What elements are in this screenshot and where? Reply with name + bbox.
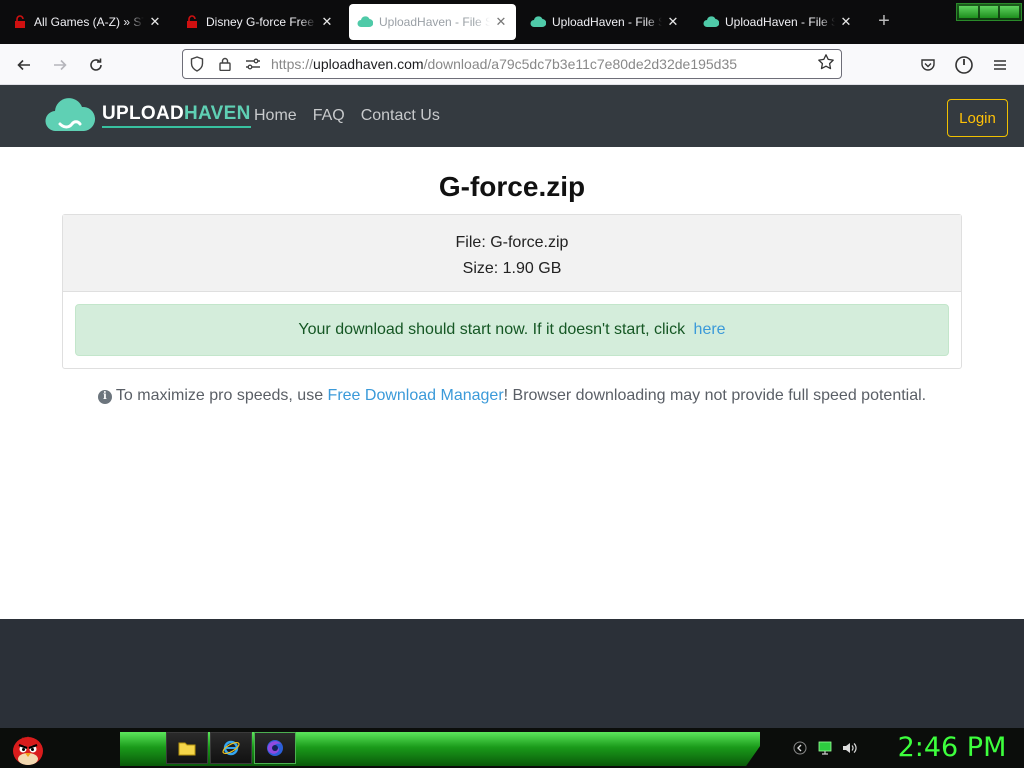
- volume-tray[interactable]: [841, 740, 857, 756]
- start-button[interactable]: [8, 729, 48, 767]
- menu-button[interactable]: [987, 52, 1013, 78]
- steamunlocked-icon: [12, 14, 28, 30]
- forward-button[interactable]: [47, 52, 73, 78]
- file-name: File: G-force.zip: [455, 234, 569, 251]
- taskbar-clock[interactable]: 2:46 PM: [884, 731, 1020, 765]
- address-bar[interactable]: https://uploadhaven.com/download/a79c5dc…: [182, 49, 842, 79]
- pocket-button[interactable]: [915, 52, 941, 78]
- maximize-button[interactable]: [979, 6, 999, 18]
- url-scheme: https://: [271, 56, 314, 72]
- note-suffix: ! Browser downloading may not provide fu…: [503, 387, 927, 404]
- uploadhaven-logo[interactable]: UPLOADHAVEN: [44, 95, 251, 135]
- hamburger-menu-icon: [994, 60, 1006, 70]
- tab-title: All Games (A-Z) » STEAMUNLOCKED: [34, 15, 144, 29]
- free-download-manager-link[interactable]: Free Download Manager: [328, 387, 504, 404]
- file-size: Size: 1.90 GB: [462, 260, 562, 277]
- url-host: uploadhaven.com: [313, 56, 424, 72]
- reload-icon: [90, 58, 102, 71]
- file-details: File: G-force.zip Size: 1.90 GB: [63, 215, 961, 292]
- download-here-link[interactable]: here: [694, 321, 726, 339]
- internet-explorer-icon: [222, 740, 240, 756]
- alert-text: Your download should start now. If it do…: [298, 321, 690, 338]
- uploadhaven-icon: [357, 14, 373, 30]
- close-icon[interactable]: ✕: [666, 14, 680, 30]
- speed-note: i To maximize pro speeds, use Free Downlo…: [0, 387, 1024, 405]
- brand-wordmark: UPLOADHAVEN: [102, 103, 251, 128]
- bookmark-star-icon[interactable]: [817, 53, 835, 76]
- chevron-left-icon: [793, 741, 807, 755]
- uploadhaven-icon: [530, 14, 546, 30]
- close-icon[interactable]: ✕: [494, 14, 508, 30]
- arrow-right-icon: [54, 59, 67, 71]
- close-window-button[interactable]: [1000, 6, 1020, 18]
- firefox-icon: [267, 740, 283, 756]
- tab-uploadhaven-2[interactable]: UploadHaven - File Sharing ✕: [522, 4, 688, 40]
- steamunlocked-icon: [184, 14, 200, 30]
- close-icon[interactable]: ✕: [148, 14, 162, 30]
- brand-upload: UPLOAD: [102, 102, 185, 124]
- file-explorer-icon: [178, 742, 196, 756]
- tab-title: UploadHaven - File Sharing: [552, 15, 662, 29]
- note-prefix: To maximize pro speeds, use: [115, 387, 328, 404]
- window-controls[interactable]: [956, 3, 1022, 21]
- nav-home[interactable]: Home: [254, 107, 297, 125]
- site-footer: [0, 619, 1024, 728]
- network-icon: [818, 741, 832, 755]
- main-nav: Home FAQ Contact Us: [254, 107, 440, 125]
- tab-uploadhaven-active[interactable]: UploadHaven - File Sharing ✕: [349, 4, 516, 40]
- account-button[interactable]: [951, 52, 977, 78]
- tab-all-games[interactable]: All Games (A-Z) » STEAMUNLOCKED ✕: [4, 4, 170, 40]
- download-page: G-force.zip File: G-force.zip Size: 1.90…: [0, 147, 1024, 619]
- tab-title: UploadHaven - File Sharing: [379, 15, 490, 29]
- tab-title: Disney G-force Free Download: [206, 15, 316, 29]
- tab-title: UploadHaven - File Sharing: [725, 15, 835, 29]
- new-tab-button[interactable]: +: [872, 10, 896, 34]
- lock-icon[interactable]: [211, 50, 239, 78]
- arrow-left-icon: [17, 59, 30, 71]
- volume-icon: [843, 743, 857, 753]
- minimize-button[interactable]: [959, 6, 978, 18]
- download-alert: Your download should start now. If it do…: [75, 304, 949, 356]
- shield-icon[interactable]: [183, 50, 211, 78]
- angry-bird-start-icon: [13, 736, 43, 765]
- uploadhaven-icon: [703, 14, 719, 30]
- taskbar-internet-explorer[interactable]: [210, 732, 252, 764]
- pocket-icon: [921, 59, 935, 71]
- site-header: UPLOADHAVEN Home FAQ Contact Us Login: [0, 85, 1024, 147]
- show-hidden-icons[interactable]: [792, 740, 808, 756]
- taskbar-firefox[interactable]: [254, 732, 296, 764]
- taskbar-file-explorer[interactable]: [166, 732, 208, 764]
- close-icon[interactable]: ✕: [320, 14, 334, 30]
- url-path: /download/a79c5dc7b3e11c7e80de2d32de195d…: [423, 56, 738, 72]
- close-icon[interactable]: ✕: [839, 14, 853, 30]
- tab-uploadhaven-3[interactable]: UploadHaven - File Sharing ✕: [695, 4, 861, 40]
- reload-button[interactable]: [83, 52, 109, 78]
- back-button[interactable]: [11, 52, 37, 78]
- network-tray[interactable]: [817, 740, 833, 756]
- browser-toolbar: https://uploadhaven.com/download/a79c5dc…: [0, 44, 1024, 85]
- nav-contact-us[interactable]: Contact Us: [361, 107, 440, 125]
- login-button[interactable]: Login: [947, 99, 1008, 137]
- account-icon: [955, 56, 973, 74]
- permissions-icon[interactable]: [239, 50, 267, 78]
- url-text[interactable]: https://uploadhaven.com/download/a79c5dc…: [271, 56, 737, 72]
- taskbar: 2:46 PM: [0, 728, 1024, 768]
- browser-tab-strip: All Games (A-Z) » STEAMUNLOCKED ✕ Disney…: [0, 0, 1024, 44]
- file-info-card: File: G-force.zip Size: 1.90 GB Your dow…: [62, 214, 962, 369]
- nav-faq[interactable]: FAQ: [313, 107, 345, 125]
- info-icon: i: [97, 390, 112, 404]
- tab-disney-gforce[interactable]: Disney G-force Free Download ✕: [176, 4, 342, 40]
- brand-haven: HAVEN: [184, 102, 251, 124]
- cloud-logo-icon: [45, 98, 96, 132]
- page-title: G-force.zip: [438, 171, 586, 202]
